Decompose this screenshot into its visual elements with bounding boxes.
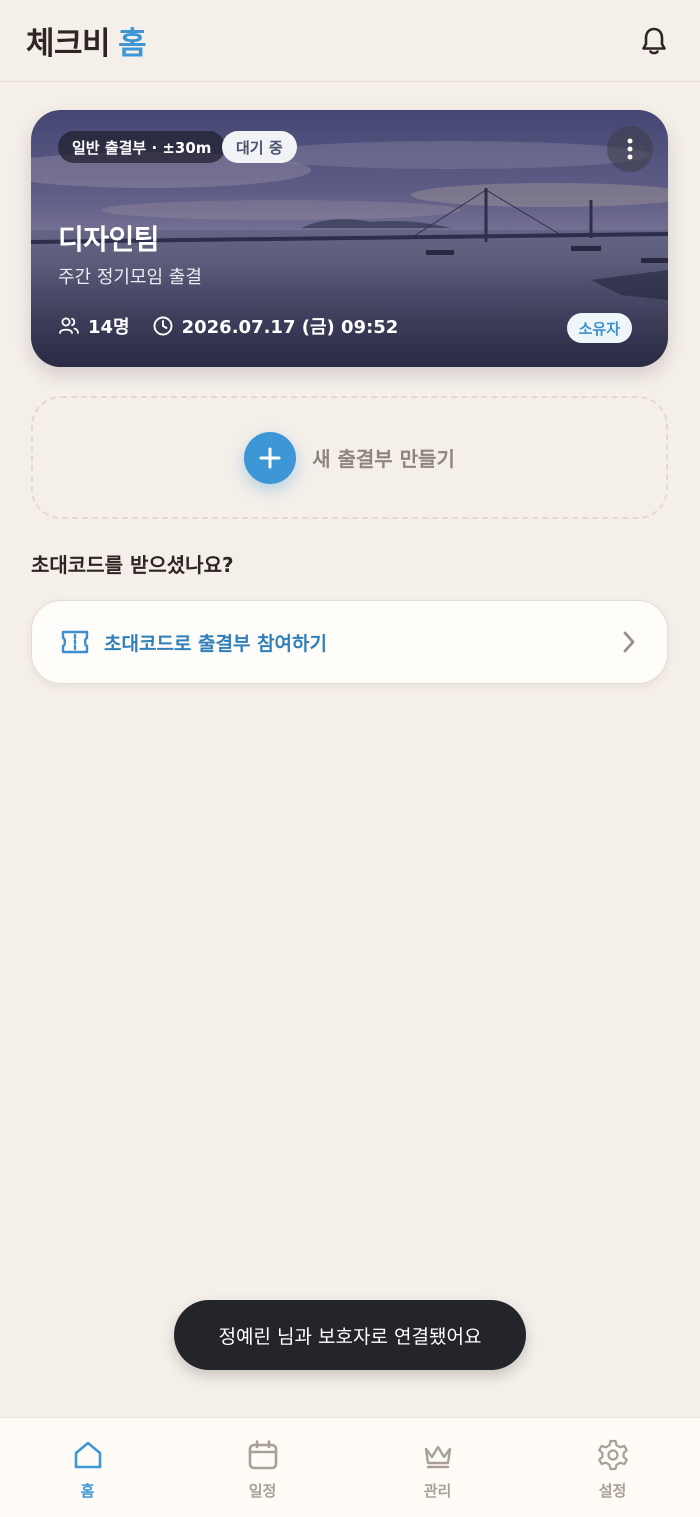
join-label: 초대코드로 출결부 참여하기 [104, 632, 327, 655]
gear-icon [596, 1438, 630, 1472]
nav-label-schedule: 일정 [248, 1482, 277, 1500]
toast-message: 정예린 님과 보호자로 연결됐어요 [174, 1300, 526, 1370]
card-title: 디자인팀 [58, 223, 160, 256]
chevron-right-icon [619, 630, 639, 654]
nav-item-home[interactable]: 홈 [0, 1418, 175, 1517]
member-count: 14명 [88, 317, 130, 338]
page-name: 홈 [118, 26, 147, 62]
nav-label-home: 홈 [80, 1482, 95, 1500]
card-meta: 14명 2026.07.17 (금) 09:52 [58, 313, 398, 339]
clock-icon [152, 315, 174, 337]
bell-icon[interactable] [638, 25, 670, 57]
new-attendance-book-button[interactable]: 새 출결부 만들기 [31, 396, 668, 519]
calendar-icon [246, 1438, 280, 1472]
ticket-icon [60, 627, 90, 657]
crown-icon [421, 1438, 455, 1472]
more-vertical-icon[interactable] [607, 126, 653, 172]
type-chip: 일반 출결부 · ±30m [58, 131, 226, 163]
top-bar: 체크비 홈 [0, 0, 700, 82]
status-badge: 대기 중 [222, 131, 297, 163]
home-icon [71, 1438, 105, 1472]
new-attendance-book-label: 새 출결부 만들기 [312, 447, 455, 471]
card-content: 일반 출결부 · ±30m 대기 중 디자인팀 주간 정기모임 출결 14명 2… [31, 110, 668, 367]
nav-label-manage: 관리 [423, 1482, 452, 1500]
nav-item-schedule[interactable]: 일정 [175, 1418, 350, 1517]
app-root: 체크비 홈 일반 출결부 · ±30m 대기 중 디자인팀 주간 정기모임 출결… [0, 0, 700, 1517]
invite-question: 초대코드를 받으셨나요? [31, 553, 234, 577]
role-badge: 소유자 [566, 313, 632, 343]
bottom-navigation: 홈 일정 관리 설정 [0, 1417, 700, 1517]
app-name: 체크비 [26, 26, 111, 62]
nav-label-settings: 설정 [598, 1482, 627, 1500]
nav-item-settings[interactable]: 설정 [525, 1418, 700, 1517]
nav-item-manage[interactable]: 관리 [350, 1418, 525, 1517]
attendance-card[interactable]: 일반 출결부 · ±30m 대기 중 디자인팀 주간 정기모임 출결 14명 2… [31, 110, 668, 367]
page-title: 체크비 홈 [26, 18, 147, 63]
join-with-invite-code-button[interactable]: 초대코드로 출결부 참여하기 [31, 600, 668, 684]
plus-icon [244, 431, 297, 484]
card-subtitle: 주간 정기모임 출결 [58, 267, 202, 288]
schedule-datetime: 2026.07.17 (금) 09:52 [181, 317, 399, 338]
people-icon [58, 315, 80, 337]
